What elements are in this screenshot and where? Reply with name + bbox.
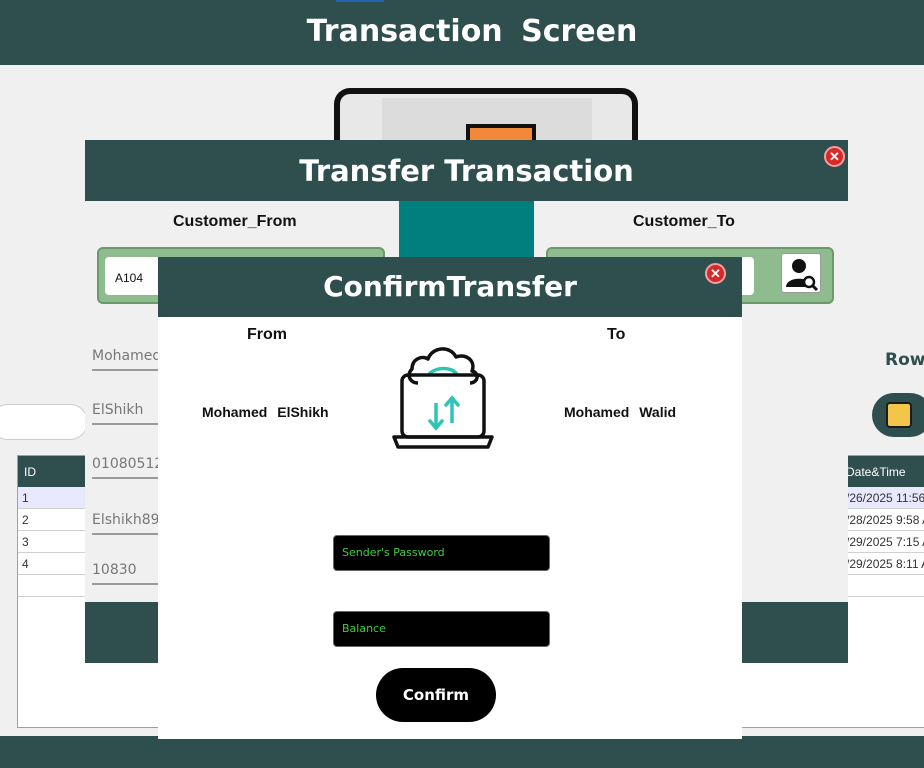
column-header-datetime[interactable]: Date&Time xyxy=(846,465,906,479)
cell-id: 1 xyxy=(22,491,29,505)
to-label: To xyxy=(607,326,626,343)
cell-id: 3 xyxy=(22,535,29,549)
customer-from-label: Customer_From xyxy=(173,213,297,230)
rows-button[interactable] xyxy=(872,393,924,437)
transfer-banner-icon xyxy=(334,88,638,148)
confirm-title: ConfirmTransfer xyxy=(323,270,577,303)
customer-to-label: Customer_To xyxy=(633,213,735,230)
cell-id: 2 xyxy=(22,513,29,527)
cell-date: /28/2025 9:58 A xyxy=(846,513,924,527)
sender-name: Mohamed ElShikh xyxy=(202,404,329,420)
money-icon xyxy=(886,402,912,428)
close-icon[interactable]: ✕ xyxy=(705,263,726,284)
cloud-transfer-icon xyxy=(392,347,494,449)
balance-input[interactable]: Balance xyxy=(333,611,550,647)
header-accent xyxy=(336,0,384,2)
transfer-title: Transfer Transaction xyxy=(299,154,634,188)
cell-date: /29/2025 7:15 A xyxy=(846,535,924,549)
receiver-name: Mohamed Walid xyxy=(564,404,677,420)
sender-password-input[interactable]: Sender's Password xyxy=(333,535,550,571)
user-search-icon[interactable] xyxy=(781,253,821,293)
cell-id: 4 xyxy=(22,557,29,571)
confirm-header: ConfirmTransfer ✕ xyxy=(158,257,742,317)
cell-date: /29/2025 8:11 A xyxy=(846,557,924,571)
main-footer-bar xyxy=(0,736,924,768)
cell-date: /26/2025 11:56 xyxy=(846,491,924,505)
main-title: Transaction Screen xyxy=(306,14,638,49)
confirm-button[interactable]: Confirm xyxy=(376,668,496,722)
rows-label: Rows xyxy=(885,350,924,370)
from-label: From xyxy=(247,326,287,343)
close-icon[interactable]: ✕ xyxy=(824,146,845,167)
transfer-header: Transfer Transaction ✕ xyxy=(85,140,848,201)
search-input[interactable] xyxy=(0,404,88,440)
column-header-id[interactable]: ID xyxy=(24,465,36,479)
confirm-transfer-dialog: ConfirmTransfer ✕ From To Mohamed ElShik… xyxy=(158,257,742,739)
